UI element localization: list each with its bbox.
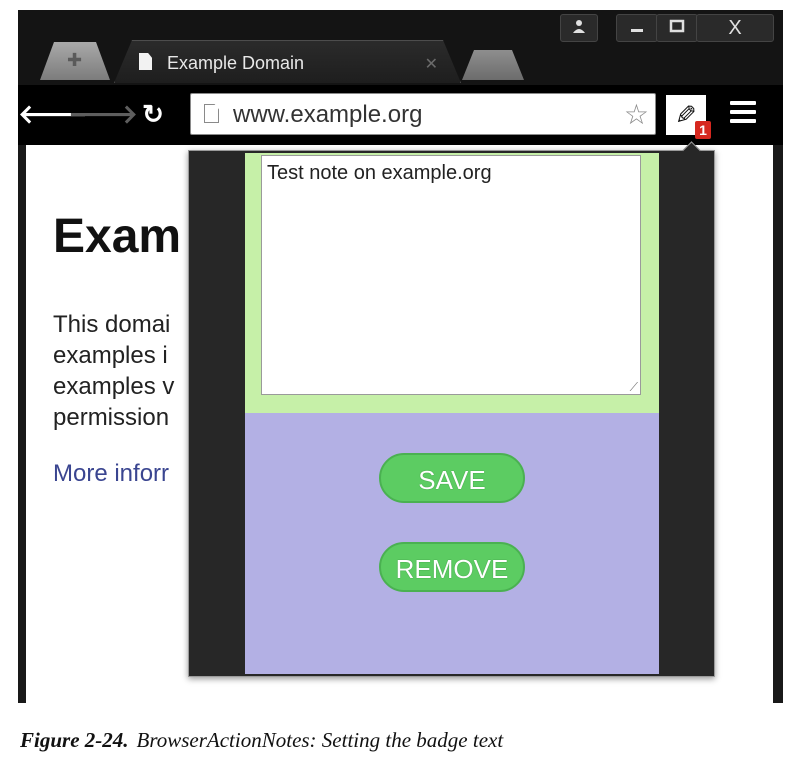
url-text[interactable]: www.example.org: [233, 101, 422, 129]
save-button[interactable]: SAVE: [379, 453, 525, 503]
figure-caption: Figure 2-24. BrowserActionNotes: Setting …: [20, 728, 503, 753]
note-panel: Test note on example.org ⟋: [245, 153, 659, 413]
remove-button[interactable]: REMOVE: [379, 542, 525, 592]
extension-button[interactable]: ✎ 1: [666, 95, 711, 139]
paragraph-line: This domai: [53, 311, 171, 338]
figure-caption-text: BrowserActionNotes: Setting the badge te…: [136, 728, 504, 752]
note-textarea[interactable]: Test note on example.org ⟋: [261, 155, 641, 395]
tab-extension[interactable]: ✚: [40, 42, 110, 80]
paragraph-line: permission: [53, 404, 170, 431]
reload-icon: ↻: [142, 98, 164, 129]
minimize-button[interactable]: [616, 14, 658, 42]
extension-badge: 1: [695, 121, 711, 139]
action-panel: SAVE REMOVE: [245, 413, 659, 674]
tab-example-domain[interactable]: Example Domain ✕: [114, 40, 461, 83]
person-icon: [572, 19, 586, 38]
resize-grip-icon[interactable]: ⟋: [630, 381, 638, 393]
maximize-button[interactable]: [656, 14, 698, 42]
pencil-icon: ✎: [675, 99, 697, 130]
forward-button[interactable]: 🡒: [68, 97, 138, 131]
close-icon: X: [728, 16, 742, 39]
more-information-link[interactable]: More inforr: [53, 460, 169, 488]
tab-close-icon[interactable]: ✕: [425, 54, 438, 74]
hamburger-menu-icon[interactable]: [730, 101, 756, 125]
paragraph-line: examples v: [53, 373, 175, 400]
note-text: Test note on example.org: [267, 162, 492, 184]
paragraph-line: examples i: [53, 342, 168, 369]
minimize-icon: [629, 18, 645, 39]
maximize-icon: [669, 18, 685, 39]
back-button[interactable]: 🡐: [18, 97, 88, 131]
tab-title: Example Domain: [167, 53, 305, 73]
profile-button[interactable]: [560, 14, 598, 42]
page-icon: [204, 104, 219, 123]
figure-label: Figure 2-24.: [20, 728, 129, 752]
page-heading: Exam: [53, 210, 182, 263]
extension-popup: Test note on example.org ⟋ SAVE REMOVE: [188, 141, 715, 677]
browser-toolbar: 🡐 🡒 ↻ www.example.org ☆ ✎ 1: [18, 85, 783, 145]
title-bar: ✚ Example Domain ✕ X: [18, 10, 783, 85]
star-icon[interactable]: ☆: [624, 98, 649, 131]
close-window-button[interactable]: X: [696, 14, 774, 42]
address-bar[interactable]: www.example.org ☆: [190, 93, 656, 135]
reload-button[interactable]: ↻: [136, 97, 170, 131]
forward-arrow-icon: 🡒: [68, 98, 138, 129]
new-tab-button[interactable]: [462, 50, 524, 80]
document-icon: [139, 53, 152, 70]
puzzle-icon: ✚: [67, 50, 83, 70]
